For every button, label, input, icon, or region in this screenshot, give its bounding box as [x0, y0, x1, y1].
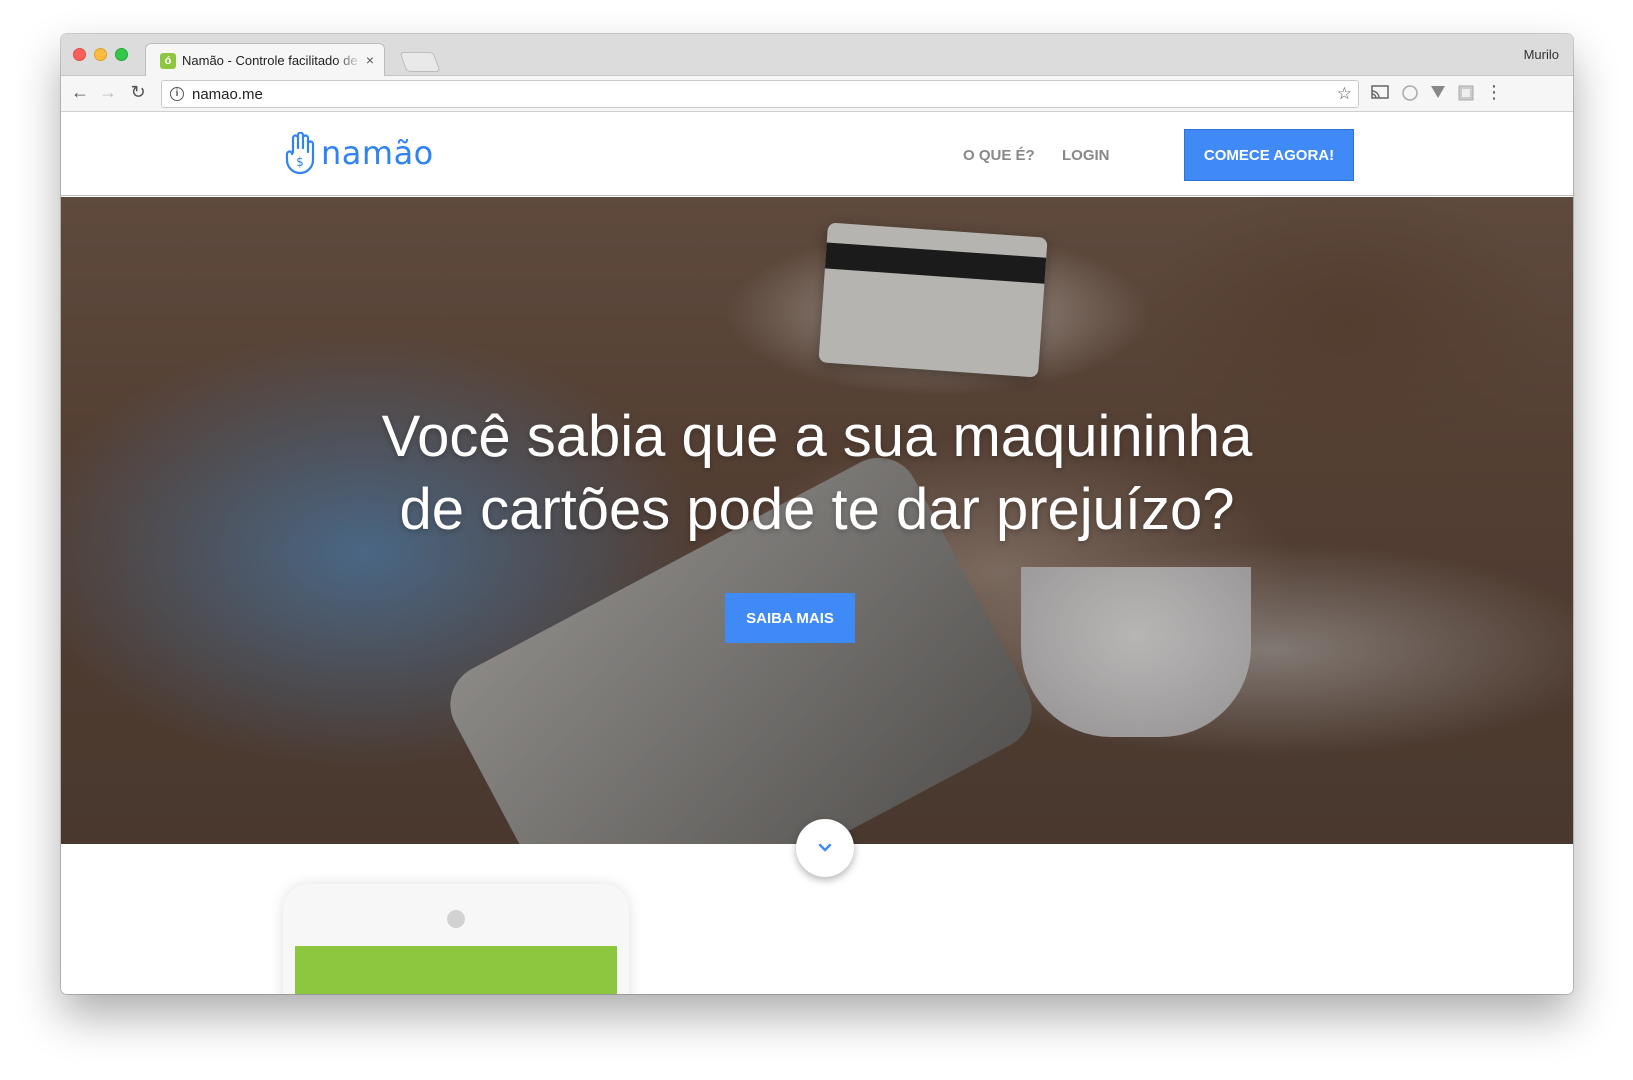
url-text[interactable]: namao.me [192, 86, 263, 103]
extension-grid-icon[interactable] [1457, 84, 1475, 107]
phone-screen [295, 946, 617, 994]
web-page: $ namão O QUE É? LOGIN COMECE AGORA! Voc… [61, 112, 1573, 994]
browser-tab[interactable]: ó Namão - Controle facilitado de × [145, 43, 385, 77]
reload-icon[interactable]: ↻ [127, 82, 149, 103]
favicon-icon: ó [160, 53, 176, 69]
logo-wordmark: namão [321, 134, 434, 172]
tab-title: Namão - Controle facilitado de [182, 53, 358, 68]
menu-dots-icon[interactable]: ⋮ [1483, 82, 1505, 103]
hero-title-line-2: de cartões pode te dar prejuízo? [399, 477, 1235, 542]
learn-more-button[interactable]: SAIBA MAIS [725, 593, 855, 643]
hand-coin-icon: $ [285, 131, 315, 175]
bookmark-star-icon[interactable]: ☆ [1337, 84, 1352, 104]
browser-window: ó Namão - Controle facilitado de × Muril… [61, 34, 1573, 994]
close-window-button[interactable] [73, 48, 86, 61]
nav-what-is[interactable]: O QUE É? [963, 147, 1035, 164]
new-tab-button[interactable] [399, 52, 441, 72]
hero-title-line-1: Você sabia que a sua maquininha [381, 404, 1253, 469]
scroll-down-button[interactable] [796, 819, 854, 877]
profile-name[interactable]: Murilo [1524, 47, 1559, 62]
extension-circle-icon[interactable] [1401, 84, 1419, 107]
forward-arrow-icon[interactable]: → [97, 82, 119, 103]
svg-text:$: $ [296, 155, 304, 169]
extension-v-icon[interactable] [1429, 84, 1447, 105]
tab-close-icon[interactable]: × [366, 52, 374, 68]
tab-strip: ó Namão - Controle facilitado de × Muril… [61, 34, 1573, 77]
phone-camera [447, 910, 465, 928]
site-logo[interactable]: $ namão [283, 131, 433, 176]
hero-title: Você sabia que a sua maquininha de cartõ… [61, 400, 1573, 546]
hero-section: Você sabia que a sua maquininha de cartõ… [61, 197, 1573, 844]
info-icon[interactable]: i [170, 87, 184, 101]
address-bar[interactable]: i namao.me ☆ [161, 80, 1359, 108]
site-header: $ namão O QUE É? LOGIN COMECE AGORA! [61, 112, 1573, 196]
phone-mockup [283, 884, 629, 994]
chevron-down-icon [818, 843, 832, 852]
back-arrow-icon[interactable]: ← [69, 82, 91, 103]
browser-toolbar: ← → ↻ i namao.me ☆ ⋮ [61, 76, 1573, 112]
maximize-window-button[interactable] [115, 48, 128, 61]
cast-icon[interactable] [1371, 84, 1389, 105]
start-now-button[interactable]: COMECE AGORA! [1184, 129, 1354, 181]
nav-login[interactable]: LOGIN [1062, 147, 1110, 164]
minimize-window-button[interactable] [94, 48, 107, 61]
